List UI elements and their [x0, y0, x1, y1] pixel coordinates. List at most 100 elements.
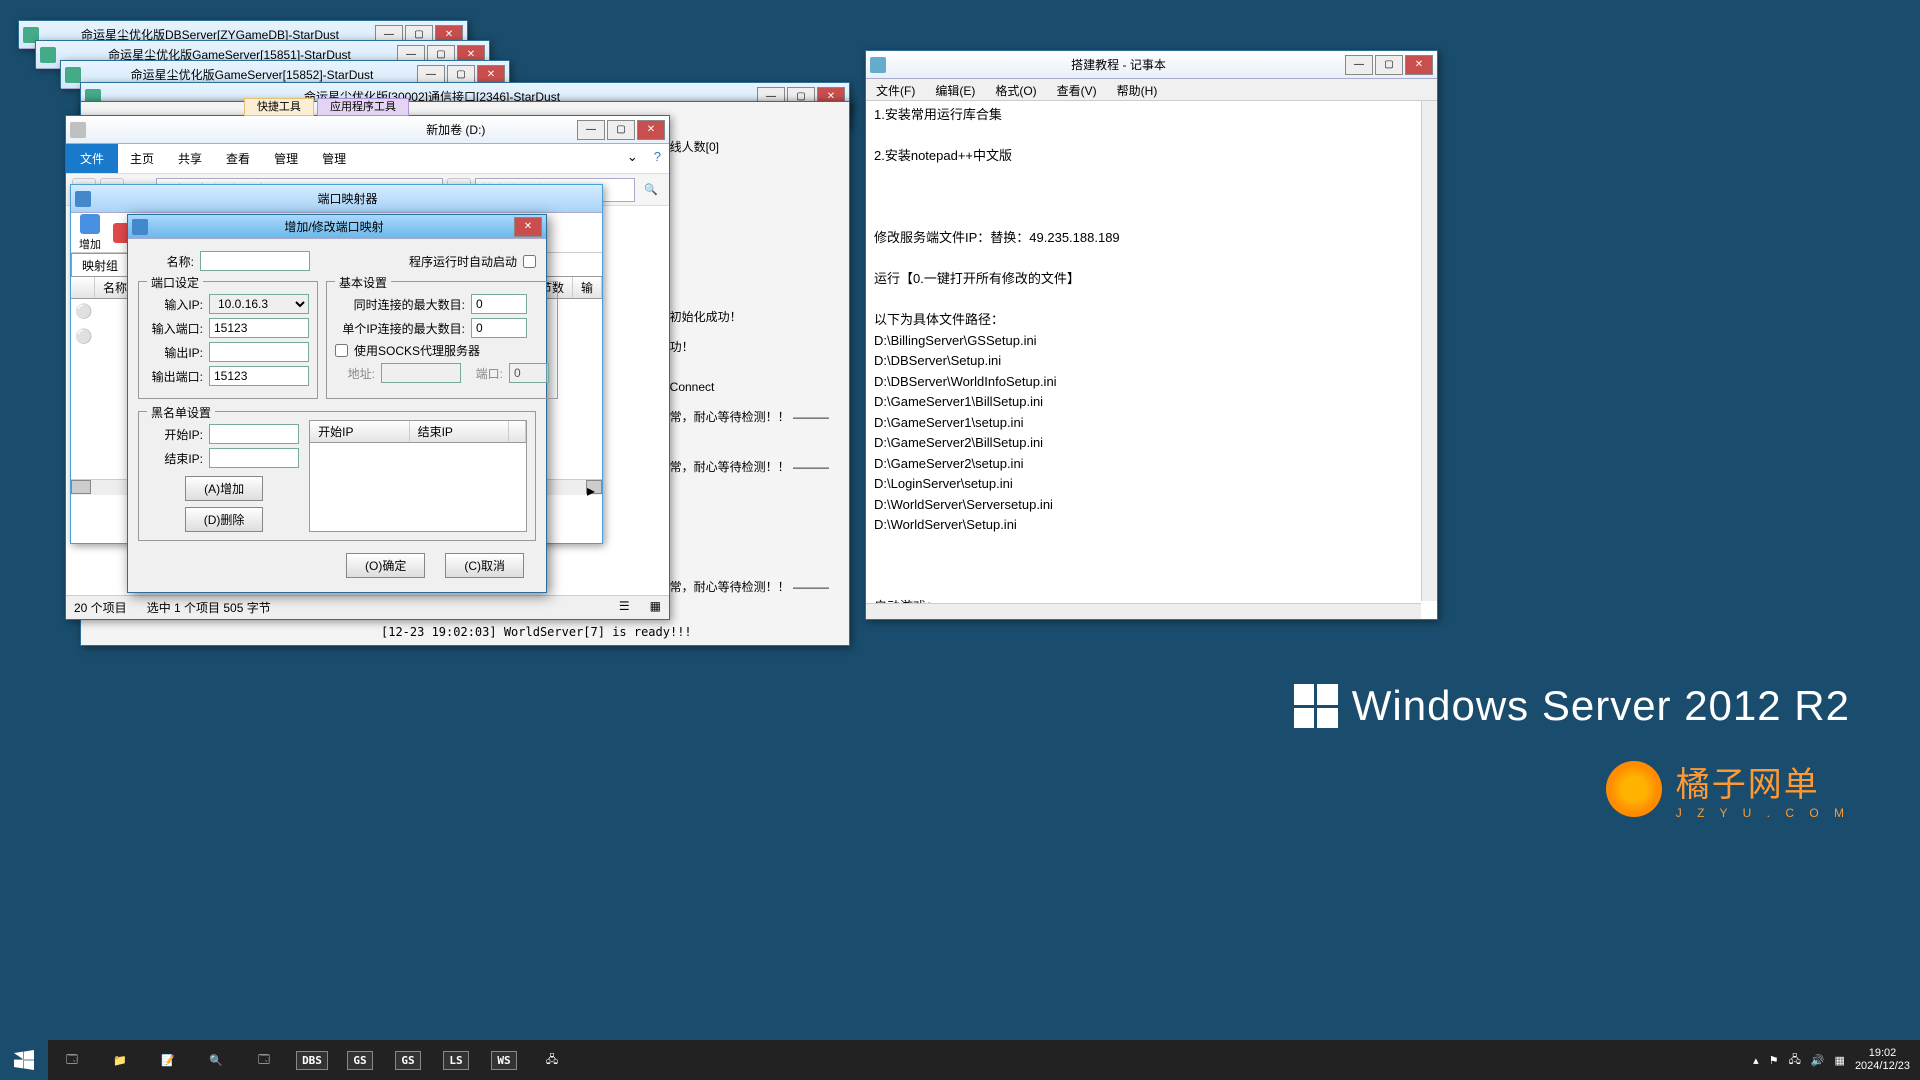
max-conn-label: 同时连接的最大数目: [335, 296, 465, 313]
task-notepad[interactable]: 📝 [144, 1040, 192, 1080]
notepad-menu-item[interactable]: 帮助(H) [1107, 79, 1168, 100]
bl-col-start: 开始IP [310, 421, 409, 442]
tray-net-icon[interactable]: 🖧 [1789, 1051, 1801, 1070]
view-icons-icon[interactable]: ▦ [650, 599, 661, 616]
name-input[interactable] [200, 251, 310, 271]
task-gs[interactable]: GS [384, 1040, 432, 1080]
port-group-legend: 端口设定 [147, 274, 203, 291]
ribbon-tab-view[interactable]: 查看 [214, 144, 262, 173]
max-ip-conn-label: 单个IP连接的最大数目: [335, 320, 465, 337]
autostart-checkbox[interactable] [523, 255, 536, 268]
view-details-icon[interactable]: ☰ [619, 599, 630, 616]
blacklist-del-button[interactable]: (D)删除 [185, 507, 264, 532]
input-port-input[interactable] [209, 318, 309, 338]
socks5-checkbox[interactable] [335, 344, 348, 357]
taskbar: 🗔 📁 📝 🔍 🗔 DBSGSGSLSWS 🖧 ▴ ⚑ 🖧 🔊 ▦ 19:022… [0, 1040, 1920, 1080]
app-icon [40, 47, 56, 63]
cancel-button[interactable]: (C)取消 [445, 553, 524, 578]
task-window[interactable]: 🗔 [240, 1040, 288, 1080]
app-icon [65, 67, 81, 83]
hscrollbar[interactable] [866, 603, 1421, 619]
minimize-button[interactable]: — [577, 120, 605, 140]
tooltab-shortcut[interactable]: 快捷工具 [244, 98, 314, 116]
tray-sound-icon[interactable]: 🔊 [1811, 1054, 1825, 1067]
proxy-addr-input[interactable] [381, 363, 461, 383]
notepad-menu-item[interactable]: 文件(F) [866, 79, 925, 100]
toolbar-add[interactable]: 增加 [79, 214, 101, 252]
autostart-label: 程序运行时自动启动 [409, 253, 517, 270]
task-ws[interactable]: WS [480, 1040, 528, 1080]
start-button[interactable] [0, 1040, 48, 1080]
dialog-icon [132, 219, 148, 235]
search-icon[interactable]: 🔍 [639, 178, 663, 202]
max-ip-conn-input[interactable] [471, 318, 527, 338]
os-brand: Windows Server 2012 R2 [1294, 682, 1850, 730]
ribbon-tab-manage2[interactable]: 管理 [310, 144, 358, 173]
tooltab-app[interactable]: 应用程序工具 [317, 98, 409, 116]
vscrollbar[interactable] [1421, 101, 1437, 601]
dialog-title: 增加/修改端口映射 [154, 218, 514, 235]
hscroll-thumb[interactable] [71, 480, 91, 494]
hscroll-right[interactable]: ▸ [586, 480, 602, 494]
tray-flag-icon[interactable]: ⚑ [1769, 1054, 1779, 1067]
notepad-icon [870, 57, 886, 73]
task-dbs[interactable]: DBS [288, 1040, 336, 1080]
ribbon-tab-share[interactable]: 共享 [166, 144, 214, 173]
notepad-menu-item[interactable]: 编辑(E) [925, 79, 985, 100]
task-search[interactable]: 🔍 [192, 1040, 240, 1080]
output-port-input[interactable] [209, 366, 309, 386]
watermark-logo: 橘子网单J Z Y U . C O M [1606, 757, 1850, 820]
ok-button[interactable]: (O)确定 [346, 553, 425, 578]
notepad-menu-item[interactable]: 格式(O) [985, 79, 1046, 100]
proxy-port-label: 端口: [467, 365, 503, 382]
task-gs[interactable]: GS [336, 1040, 384, 1080]
task-net[interactable]: 🖧 [528, 1040, 576, 1080]
minimize-button[interactable]: — [1345, 55, 1373, 75]
expand-ribbon-icon[interactable]: ⌄ [619, 144, 646, 173]
basic-group-legend: 基本设置 [335, 274, 391, 291]
max-conn-input[interactable] [471, 294, 527, 314]
windows-logo-icon [1294, 684, 1338, 728]
close-button[interactable]: ✕ [637, 120, 665, 140]
drive-icon [70, 122, 86, 138]
maximize-button[interactable]: ▢ [1375, 55, 1403, 75]
task-server-manager[interactable]: 🗔 [48, 1040, 96, 1080]
input-ip-select[interactable]: 10.0.16.3 [209, 294, 309, 314]
proxy-addr-label: 地址: [335, 365, 375, 382]
input-ip-label: 输入IP: [147, 296, 203, 313]
blacklist-add-button[interactable]: (A)增加 [185, 476, 263, 501]
notepad-window: 搭建教程 - 记事本 — ▢ ✕ 文件(F)编辑(E)格式(O)查看(V)帮助(… [865, 50, 1438, 620]
help-icon[interactable]: ? [646, 144, 669, 173]
portmapper-icon [75, 191, 91, 207]
output-port-label: 输出端口: [147, 368, 203, 385]
ribbon-tab-manage[interactable]: 管理 [262, 144, 310, 173]
port-mapping-dialog: 增加/修改端口映射 ✕ 名称: 程序运行时自动启动 端口设定 输入IP: 10.0… [127, 214, 547, 593]
close-button[interactable]: ✕ [1405, 55, 1433, 75]
task-ls[interactable]: LS [432, 1040, 480, 1080]
tray-up-icon[interactable]: ▴ [1753, 1054, 1759, 1067]
taskbar-clock[interactable]: 19:022024/12/23 [1855, 1047, 1910, 1073]
name-label: 名称: [138, 253, 194, 270]
start-ip-input[interactable] [209, 424, 299, 444]
tray-ime-icon[interactable]: ▦ [1835, 1054, 1845, 1067]
maximize-button[interactable]: ▢ [607, 120, 635, 140]
ribbon-tab-home[interactable]: 主页 [118, 144, 166, 173]
end-ip-input[interactable] [209, 448, 299, 468]
tab-mapping-group[interactable]: 映射组 [71, 253, 129, 276]
dialog-close-button[interactable]: ✕ [514, 217, 542, 237]
status-selected: 选中 1 个项目 505 字节 [147, 599, 271, 616]
explorer-title: 新加卷 (D:) [335, 121, 578, 138]
side-text: 线人数[0] 初始化成功！ 功！ Connect 常，耐心等待检测！！ ——— … [670, 132, 829, 602]
task-explorer[interactable]: 📁 [96, 1040, 144, 1080]
file-menu[interactable]: 文件 [66, 144, 118, 173]
proxy-port-input[interactable] [509, 363, 549, 383]
system-tray[interactable]: ▴ ⚑ 🖧 🔊 ▦ 19:022024/12/23 [1743, 1047, 1920, 1073]
notepad-title: 搭建教程 - 记事本 [892, 56, 1345, 73]
output-ip-input[interactable] [209, 342, 309, 362]
end-ip-label: 结束IP: [147, 450, 203, 467]
bg-window-title: 命运星尘优化版GameServer[15852]-StarDust [87, 66, 417, 83]
orange-icon [1606, 761, 1662, 817]
notepad-text[interactable]: 1.安装常用运行库合集 2.安装notepad++中文版 修改服务端文件IP：替… [866, 101, 1437, 619]
blacklist-legend: 黑名单设置 [147, 404, 215, 421]
notepad-menu-item[interactable]: 查看(V) [1047, 79, 1107, 100]
